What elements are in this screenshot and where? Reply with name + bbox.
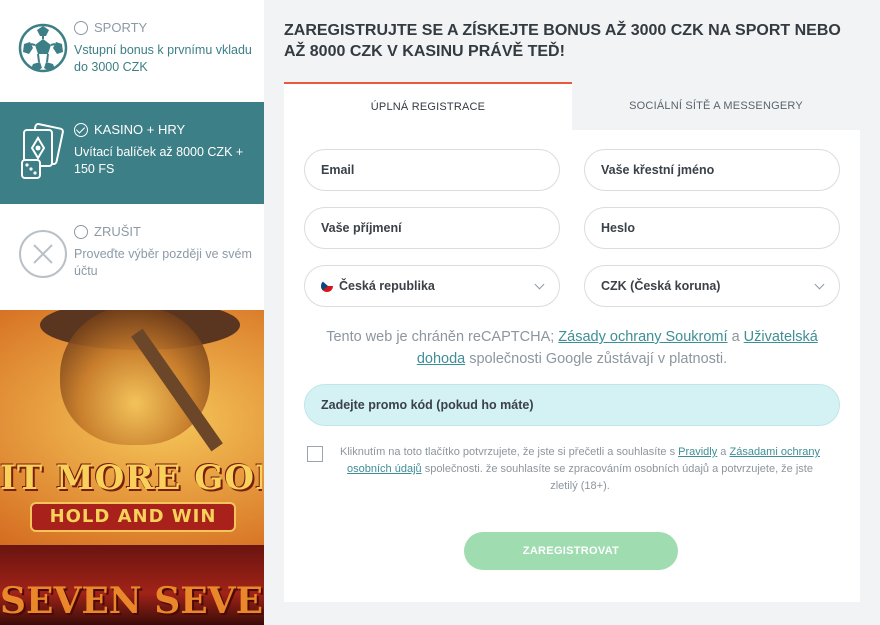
recaptcha-prefix: Tento web je chráněn reCAPTCHA;: [326, 329, 559, 345]
page-title: ZAREGISTRUJTE SE A ZÍSKEJTE BONUS AŽ 300…: [284, 22, 841, 60]
bonus-cancel-title-row: ZRUŠIT: [74, 224, 252, 240]
chevron-down-icon: [534, 279, 545, 289]
consent-checkbox[interactable]: [307, 446, 323, 462]
bonus-cancel-title: ZRUŠIT: [94, 224, 141, 239]
register-button[interactable]: ZAREGISTROVAT: [464, 532, 678, 570]
registration-tabs: ÚPLNÁ REGISTRACE SOCIÁLNÍ SÍTĚ A MESSENG…: [284, 82, 860, 130]
casino-cards-dice-icon: [21, 123, 64, 179]
recaptcha-notice: Tento web je chráněn reCAPTCHA; Zásady o…: [314, 326, 830, 370]
promo-code-input[interactable]: Zadejte promo kód (pokud ho máte): [304, 384, 840, 426]
bonus-selection-panel: SPORTY Vstupní bonus k prvnímu vkladu do…: [0, 0, 264, 310]
first-name-field[interactable]: Vaše křestní jméno: [584, 149, 840, 191]
consent-text: Kliknutím na toto tlačítko potvrzujete, …: [340, 444, 820, 495]
registration-card: ÚPLNÁ REGISTRACE SOCIÁLNÍ SÍTĚ A MESSENG…: [284, 82, 860, 602]
last-name-field[interactable]: Vaše příjmení: [304, 207, 560, 249]
bonus-option-casino[interactable]: KASINO + HRY Uvítací balíček až 8000 CZK…: [0, 102, 264, 204]
soccer-ball-icon: [18, 23, 68, 73]
recaptcha-suffix: společnosti Google zůstávají v platnosti…: [465, 351, 728, 367]
country-select-value: Česká republika: [339, 279, 435, 293]
consent-suffix: společnosti. že souhlasíte se zpracování…: [421, 463, 813, 492]
bonus-cancel-desc: Proveďte výběr později ve svém účtu: [74, 247, 252, 278]
radio-casino-checked[interactable]: [74, 123, 88, 137]
bonus-casino-title: KASINO + HRY: [94, 122, 186, 137]
game-logo-line3: SEVEN SEVEN: [0, 580, 264, 622]
bonus-casino-desc: Uvítací balíček až 8000 CZK + 150 FS: [74, 145, 244, 176]
password-field-placeholder: Heslo: [601, 221, 636, 235]
miner-character-art: [60, 305, 210, 445]
email-field-placeholder: Email: [321, 163, 355, 177]
bonus-option-cancel[interactable]: ZRUŠIT Proveďte výběr později ve svém úč…: [0, 204, 264, 310]
tab-full-registration[interactable]: ÚPLNÁ REGISTRACE: [284, 82, 572, 130]
country-select[interactable]: Česká republika: [304, 265, 560, 307]
radio-cancel[interactable]: [74, 225, 88, 239]
recaptcha-and: a: [727, 329, 744, 345]
consent-prefix: Kliknutím na toto tlačítko potvrzujete, …: [340, 446, 679, 458]
promo-code-placeholder: Zadejte promo kód (pokud ho máte): [321, 398, 534, 412]
radio-sport[interactable]: [74, 21, 88, 35]
game-logo-line2: HOLD AND WIN: [30, 502, 236, 532]
recaptcha-privacy-link[interactable]: Zásady ochrany Soukromí: [558, 329, 727, 345]
password-field[interactable]: Heslo: [584, 207, 840, 249]
bonus-option-sport[interactable]: SPORTY Vstupní bonus k prvnímu vkladu do…: [0, 0, 264, 102]
tab-social-networks[interactable]: SOCIÁLNÍ SÍTĚ A MESSENGERY: [572, 82, 860, 130]
first-name-field-placeholder: Vaše křestní jméno: [601, 163, 715, 177]
chevron-down-icon: [814, 279, 825, 289]
currency-select-value: CZK (Česká koruna): [601, 279, 721, 293]
close-circle-icon: [19, 230, 67, 278]
consent-and: a: [717, 446, 730, 458]
bonus-sport-desc: Vstupní bonus k prvnímu vkladu do 3000 C…: [74, 43, 252, 74]
last-name-field-placeholder: Vaše příjmení: [321, 221, 402, 235]
bonus-casino-title-row: KASINO + HRY: [74, 122, 252, 138]
consent-rules-link[interactable]: Pravidly: [678, 446, 717, 458]
bonus-sport-title-row: SPORTY: [74, 20, 252, 36]
czech-flag-icon: [321, 280, 333, 292]
email-field[interactable]: Email: [304, 149, 560, 191]
registration-modal: ZAREGISTRUJTE SE A ZÍSKEJTE BONUS AŽ 300…: [264, 0, 880, 625]
game-logo-line1: IT MORE GOLD: [0, 458, 262, 498]
bonus-sport-title: SPORTY: [94, 20, 148, 35]
currency-select[interactable]: CZK (Česká koruna): [584, 265, 840, 307]
